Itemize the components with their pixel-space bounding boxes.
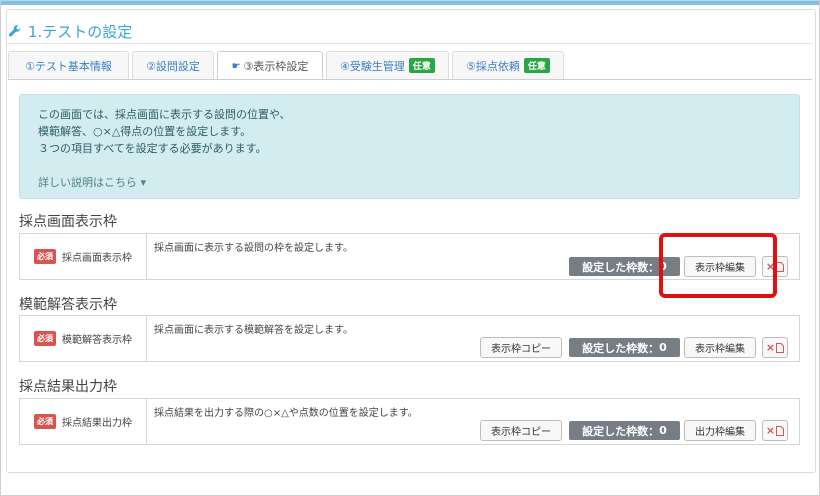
row-description: 採点画面に表示する模範解答を設定します。 <box>154 325 353 336</box>
info-line: 模範解答、○×△得点の位置を設定します。 <box>38 125 252 138</box>
delete-button[interactable]: × <box>762 420 788 441</box>
frame-row-model-answer: 必須 模範解答表示枠 採点画面に表示する模範解答を設定します。 表示枠コピー 設… <box>19 315 800 362</box>
row-label: 模範解答表示枠 <box>62 335 132 346</box>
frame-count-badge: 設定した枠数： 0 <box>569 338 680 357</box>
info-box: この画面では、採点画面に表示する設問の位置や、 模範解答、○×△得点の位置を設定… <box>19 94 800 199</box>
optional-badge: 任意 <box>523 58 550 73</box>
highlight-annotation-box <box>659 233 777 298</box>
tab-label: ⑤採点依頼 <box>466 59 520 73</box>
frame-count-value: 0 <box>659 424 667 437</box>
copy-display-frame-button[interactable]: 表示枠コピー <box>480 337 562 358</box>
pointing-hand-icon: ☛ <box>231 60 241 72</box>
tab-grading-request[interactable]: ⑤採点依頼 任意 <box>452 51 564 79</box>
tab-bar: ①テスト基本情報 ②設問設定 ☛ ③表示枠設定 ④受験生管理 任意 ⑤採点依頼 … <box>8 51 567 80</box>
details-link[interactable]: 詳しい説明はこちら ▾ <box>38 174 146 190</box>
tab-label: ①テスト基本情報 <box>25 59 112 73</box>
row-description: 採点結果を出力する際の○×△や点数の位置を設定します。 <box>154 408 418 419</box>
row-label: 採点結果出力枠 <box>62 418 132 429</box>
edit-output-frame-button[interactable]: 出力枠編集 <box>684 420 756 441</box>
optional-badge: 任意 <box>408 58 435 73</box>
frame-count-label: 設定した枠数： <box>582 260 660 274</box>
frame-count-label: 設定した枠数： <box>582 424 660 438</box>
section-heading: 採点画面表示枠 <box>19 214 117 230</box>
row-label-cell: 必須 模範解答表示枠 <box>20 316 147 361</box>
frame-row-grading-output: 必須 採点結果出力枠 採点結果を出力する際の○×△や点数の位置を設定します。 表… <box>19 398 800 445</box>
tab-question-settings[interactable]: ②設問設定 <box>132 51 214 79</box>
page-title: 1.テストの設定 <box>8 19 132 43</box>
tab-basic-info[interactable]: ①テスト基本情報 <box>8 51 129 79</box>
close-icon: × <box>765 341 776 354</box>
document-icon <box>776 342 785 353</box>
required-badge: 必須 <box>34 331 56 346</box>
tab-examinee-management[interactable]: ④受験生管理 任意 <box>326 51 449 79</box>
row-label-cell: 必須 採点画面表示枠 <box>20 234 147 279</box>
tab-label: ④受験生管理 <box>340 59 405 73</box>
top-accent-bar <box>1 1 819 5</box>
tab-label: ③表示枠設定 <box>243 60 309 73</box>
edit-display-frame-button[interactable]: 表示枠編集 <box>684 337 756 358</box>
delete-button[interactable]: × <box>762 337 788 358</box>
copy-display-frame-button[interactable]: 表示枠コピー <box>480 420 562 441</box>
row-label-cell: 必須 採点結果出力枠 <box>20 399 147 444</box>
frame-count-label: 設定した枠数： <box>582 341 660 355</box>
frame-count-badge: 設定した枠数： 0 <box>569 421 680 440</box>
close-icon: × <box>765 424 776 437</box>
frame-count-value: 0 <box>659 341 667 354</box>
section-heading: 模範解答表示枠 <box>19 297 117 313</box>
info-line: ３つの項目すべてを設定する必要があります。 <box>38 142 267 155</box>
row-label: 採点画面表示枠 <box>62 253 132 264</box>
required-badge: 必須 <box>34 414 56 429</box>
info-line: この画面では、採点画面に表示する設問の位置や、 <box>38 108 291 121</box>
required-badge: 必須 <box>34 249 56 264</box>
wrench-icon <box>8 25 21 37</box>
document-icon <box>776 261 785 272</box>
tab-divider <box>8 79 812 80</box>
page-title-text: 1.テストの設定 <box>28 22 133 41</box>
title-divider <box>7 43 813 44</box>
section-heading: 採点結果出力枠 <box>19 379 117 395</box>
row-description: 採点画面に表示する設問の枠を設定します。 <box>154 243 353 254</box>
tab-display-frame-settings[interactable]: ☛ ③表示枠設定 <box>217 51 323 80</box>
document-icon <box>776 425 785 436</box>
tab-label: ②設問設定 <box>146 59 200 73</box>
